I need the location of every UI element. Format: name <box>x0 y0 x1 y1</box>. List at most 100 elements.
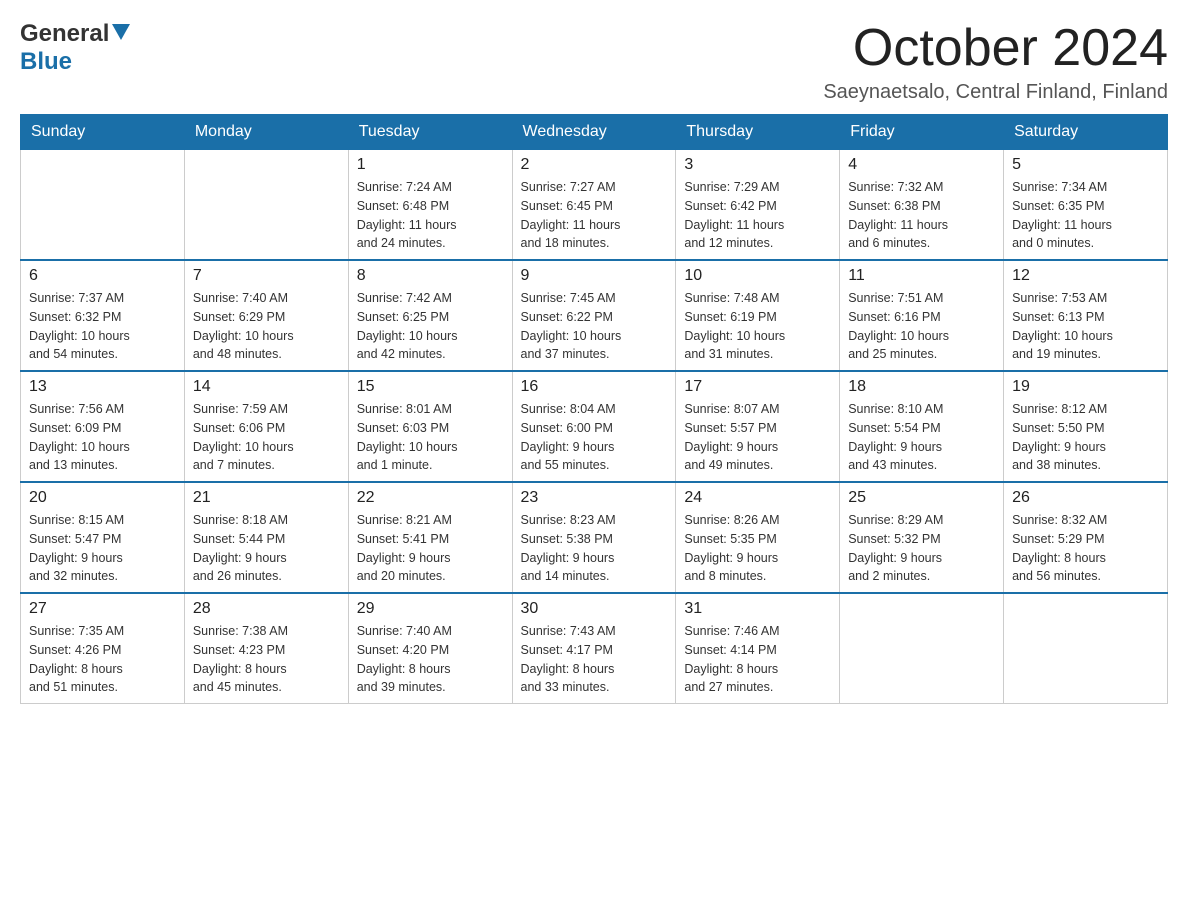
day-info: Sunrise: 7:40 AM Sunset: 6:29 PM Dayligh… <box>193 289 340 364</box>
day-number: 5 <box>1012 156 1159 174</box>
calendar-cell: 18 Sunrise: 8:10 AM Sunset: 5:54 PM Dayli… <box>840 371 1004 482</box>
day-info: Sunrise: 7:48 AM Sunset: 6:19 PM Dayligh… <box>684 289 831 364</box>
day-info: Sunrise: 8:32 AM Sunset: 5:29 PM Dayligh… <box>1012 511 1159 586</box>
day-info: Sunrise: 8:10 AM Sunset: 5:54 PM Dayligh… <box>848 400 995 475</box>
day-number: 13 <box>29 378 176 396</box>
calendar-week-row: 27Sunrise: 7:35 AM Sunset: 4:26 PM Dayli… <box>21 593 1168 704</box>
day-number: 1 <box>357 156 504 174</box>
day-info: Sunrise: 7:43 AM Sunset: 4:17 PM Dayligh… <box>521 622 668 697</box>
calendar-cell <box>840 593 1004 704</box>
day-number: 19 <box>1012 378 1159 396</box>
calendar-cell: 2Sunrise: 7:27 AM Sunset: 6:45 PM Daylig… <box>512 150 676 261</box>
logo-general-text: General <box>20 20 130 48</box>
calendar-cell: 16 Sunrise: 8:04 AM Sunset: 6:00 PM Dayli… <box>512 371 676 482</box>
day-number: 17 <box>684 378 831 396</box>
calendar-cell: 6 Sunrise: 7:37 AM Sunset: 6:32 PM Daylig… <box>21 260 185 371</box>
day-number: 7 <box>193 267 340 285</box>
calendar-cell: 15 Sunrise: 8:01 AM Sunset: 6:03 PM Dayli… <box>348 371 512 482</box>
calendar-cell: 4 Sunrise: 7:32 AM Sunset: 6:38 PM Daylig… <box>840 150 1004 261</box>
calendar-cell: 8 Sunrise: 7:42 AM Sunset: 6:25 PM Daylig… <box>348 260 512 371</box>
day-info: Sunrise: 8:01 AM Sunset: 6:03 PM Dayligh… <box>357 400 504 475</box>
logo: General Blue <box>20 20 130 76</box>
day-info: Sunrise: 7:59 AM Sunset: 6:06 PM Dayligh… <box>193 400 340 475</box>
day-info: Sunrise: 7:29 AM Sunset: 6:42 PM Dayligh… <box>684 178 831 253</box>
calendar-day-header: Friday <box>840 115 1004 150</box>
day-info: Sunrise: 8:04 AM Sunset: 6:00 PM Dayligh… <box>521 400 668 475</box>
calendar-week-row: 13 Sunrise: 7:56 AM Sunset: 6:09 PM Dayli… <box>21 371 1168 482</box>
day-number: 23 <box>521 489 668 507</box>
day-info: Sunrise: 7:24 AM Sunset: 6:48 PM Dayligh… <box>357 178 504 253</box>
calendar-day-header: Wednesday <box>512 115 676 150</box>
calendar-cell: 11 Sunrise: 7:51 AM Sunset: 6:16 PM Dayli… <box>840 260 1004 371</box>
calendar-cell: 5Sunrise: 7:34 AM Sunset: 6:35 PM Daylig… <box>1004 150 1168 261</box>
day-info: Sunrise: 8:18 AM Sunset: 5:44 PM Dayligh… <box>193 511 340 586</box>
day-number: 15 <box>357 378 504 396</box>
day-info: Sunrise: 7:35 AM Sunset: 4:26 PM Dayligh… <box>29 622 176 697</box>
calendar-day-header: Sunday <box>21 115 185 150</box>
day-number: 24 <box>684 489 831 507</box>
logo-general-label: General <box>20 20 109 48</box>
calendar-day-header: Thursday <box>676 115 840 150</box>
logo-blue-label: Blue <box>20 48 72 76</box>
calendar-cell <box>21 150 185 261</box>
day-number: 10 <box>684 267 831 285</box>
day-info: Sunrise: 8:26 AM Sunset: 5:35 PM Dayligh… <box>684 511 831 586</box>
day-number: 8 <box>357 267 504 285</box>
day-number: 4 <box>848 156 995 174</box>
calendar-week-row: 6 Sunrise: 7:37 AM Sunset: 6:32 PM Daylig… <box>21 260 1168 371</box>
day-number: 9 <box>521 267 668 285</box>
day-info: Sunrise: 8:23 AM Sunset: 5:38 PM Dayligh… <box>521 511 668 586</box>
calendar-cell: 19Sunrise: 8:12 AM Sunset: 5:50 PM Dayli… <box>1004 371 1168 482</box>
calendar-cell: 17 Sunrise: 8:07 AM Sunset: 5:57 PM Dayli… <box>676 371 840 482</box>
day-info: Sunrise: 7:45 AM Sunset: 6:22 PM Dayligh… <box>521 289 668 364</box>
calendar-cell: 12Sunrise: 7:53 AM Sunset: 6:13 PM Dayli… <box>1004 260 1168 371</box>
day-info: Sunrise: 8:21 AM Sunset: 5:41 PM Dayligh… <box>357 511 504 586</box>
day-number: 21 <box>193 489 340 507</box>
calendar-cell <box>1004 593 1168 704</box>
calendar-week-row: 20Sunrise: 8:15 AM Sunset: 5:47 PM Dayli… <box>21 482 1168 593</box>
calendar-cell: 28Sunrise: 7:38 AM Sunset: 4:23 PM Dayli… <box>184 593 348 704</box>
calendar-cell: 25Sunrise: 8:29 AM Sunset: 5:32 PM Dayli… <box>840 482 1004 593</box>
day-info: Sunrise: 7:38 AM Sunset: 4:23 PM Dayligh… <box>193 622 340 697</box>
day-number: 30 <box>521 600 668 618</box>
calendar-cell: 9 Sunrise: 7:45 AM Sunset: 6:22 PM Daylig… <box>512 260 676 371</box>
calendar-cell: 21 Sunrise: 8:18 AM Sunset: 5:44 PM Dayli… <box>184 482 348 593</box>
calendar-cell: 24 Sunrise: 8:26 AM Sunset: 5:35 PM Dayli… <box>676 482 840 593</box>
calendar-day-header: Monday <box>184 115 348 150</box>
calendar-cell: 26 Sunrise: 8:32 AM Sunset: 5:29 PM Dayli… <box>1004 482 1168 593</box>
day-number: 11 <box>848 267 995 285</box>
calendar-cell: 13 Sunrise: 7:56 AM Sunset: 6:09 PM Dayli… <box>21 371 185 482</box>
calendar-cell: 29 Sunrise: 7:40 AM Sunset: 4:20 PM Dayli… <box>348 593 512 704</box>
calendar-cell: 7 Sunrise: 7:40 AM Sunset: 6:29 PM Daylig… <box>184 260 348 371</box>
calendar-day-header: Saturday <box>1004 115 1168 150</box>
day-info: Sunrise: 7:56 AM Sunset: 6:09 PM Dayligh… <box>29 400 176 475</box>
day-info: Sunrise: 8:29 AM Sunset: 5:32 PM Dayligh… <box>848 511 995 586</box>
day-number: 29 <box>357 600 504 618</box>
day-number: 6 <box>29 267 176 285</box>
calendar-cell: 23 Sunrise: 8:23 AM Sunset: 5:38 PM Dayli… <box>512 482 676 593</box>
day-info: Sunrise: 7:40 AM Sunset: 4:20 PM Dayligh… <box>357 622 504 697</box>
day-info: Sunrise: 7:37 AM Sunset: 6:32 PM Dayligh… <box>29 289 176 364</box>
calendar-day-header: Tuesday <box>348 115 512 150</box>
calendar-cell: 27Sunrise: 7:35 AM Sunset: 4:26 PM Dayli… <box>21 593 185 704</box>
day-number: 12 <box>1012 267 1159 285</box>
day-number: 31 <box>684 600 831 618</box>
day-info: Sunrise: 7:42 AM Sunset: 6:25 PM Dayligh… <box>357 289 504 364</box>
calendar-cell: 3Sunrise: 7:29 AM Sunset: 6:42 PM Daylig… <box>676 150 840 261</box>
day-number: 16 <box>521 378 668 396</box>
day-number: 18 <box>848 378 995 396</box>
day-number: 20 <box>29 489 176 507</box>
calendar-week-row: 1 Sunrise: 7:24 AM Sunset: 6:48 PM Daylig… <box>21 150 1168 261</box>
day-info: Sunrise: 7:32 AM Sunset: 6:38 PM Dayligh… <box>848 178 995 253</box>
calendar-cell: 20Sunrise: 8:15 AM Sunset: 5:47 PM Dayli… <box>21 482 185 593</box>
page-header: General Blue October 2024 Saeynaetsalo, … <box>20 20 1168 104</box>
day-info: Sunrise: 7:27 AM Sunset: 6:45 PM Dayligh… <box>521 178 668 253</box>
day-info: Sunrise: 7:46 AM Sunset: 4:14 PM Dayligh… <box>684 622 831 697</box>
day-info: Sunrise: 8:07 AM Sunset: 5:57 PM Dayligh… <box>684 400 831 475</box>
logo-arrow-icon <box>112 24 130 40</box>
day-number: 26 <box>1012 489 1159 507</box>
calendar-cell: 22Sunrise: 8:21 AM Sunset: 5:41 PM Dayli… <box>348 482 512 593</box>
day-info: Sunrise: 7:51 AM Sunset: 6:16 PM Dayligh… <box>848 289 995 364</box>
month-title: October 2024 <box>823 20 1168 77</box>
calendar-cell: 1 Sunrise: 7:24 AM Sunset: 6:48 PM Daylig… <box>348 150 512 261</box>
